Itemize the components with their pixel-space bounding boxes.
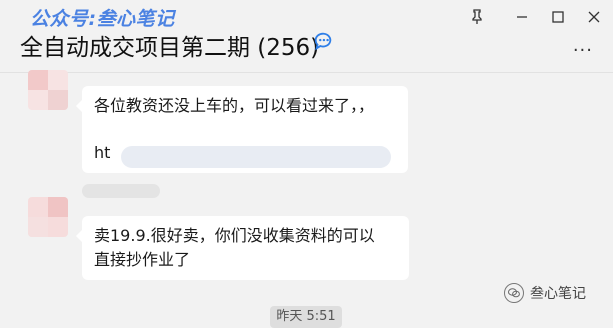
sender-name-redacted bbox=[82, 184, 160, 198]
message-text: 卖19.9.很好卖，你们没收集资料的可以 bbox=[94, 226, 375, 245]
minimize-icon[interactable] bbox=[511, 6, 533, 28]
pin-icon[interactable] bbox=[466, 6, 488, 28]
message-text: 各位教资还没上车的，可以看过来了，， bbox=[94, 96, 375, 115]
avatar[interactable] bbox=[28, 197, 68, 237]
brand-name: 叁心笔记 bbox=[530, 286, 586, 302]
header-divider bbox=[0, 72, 613, 73]
chat-info-icon[interactable] bbox=[312, 30, 334, 52]
maximize-icon[interactable] bbox=[547, 6, 569, 28]
chat-header: 公众号:叁心笔记 全自动成交项目第二期 (256) ··· bbox=[0, 0, 613, 72]
watermark-text: 公众号:叁心笔记 bbox=[30, 8, 175, 30]
avatar[interactable] bbox=[28, 70, 68, 110]
wechat-official-account-icon bbox=[504, 283, 524, 303]
message-bubble[interactable]: 各位教资还没上车的，可以看过来了，， ht bbox=[76, 86, 408, 173]
timestamp-badge: 昨天 5:51 bbox=[270, 306, 342, 328]
redacted-link bbox=[121, 146, 391, 168]
more-options-button[interactable]: ··· bbox=[573, 40, 593, 61]
close-icon[interactable] bbox=[583, 6, 605, 28]
message-text: 直接抄作业了 bbox=[94, 250, 191, 269]
chat-title[interactable]: 全自动成交项目第二期 (256) bbox=[20, 28, 319, 62]
brand-watermark: 叁心笔记 bbox=[504, 283, 586, 303]
message-bubble[interactable]: 卖19.9.很好卖，你们没收集资料的可以 直接抄作业了 bbox=[76, 216, 409, 280]
